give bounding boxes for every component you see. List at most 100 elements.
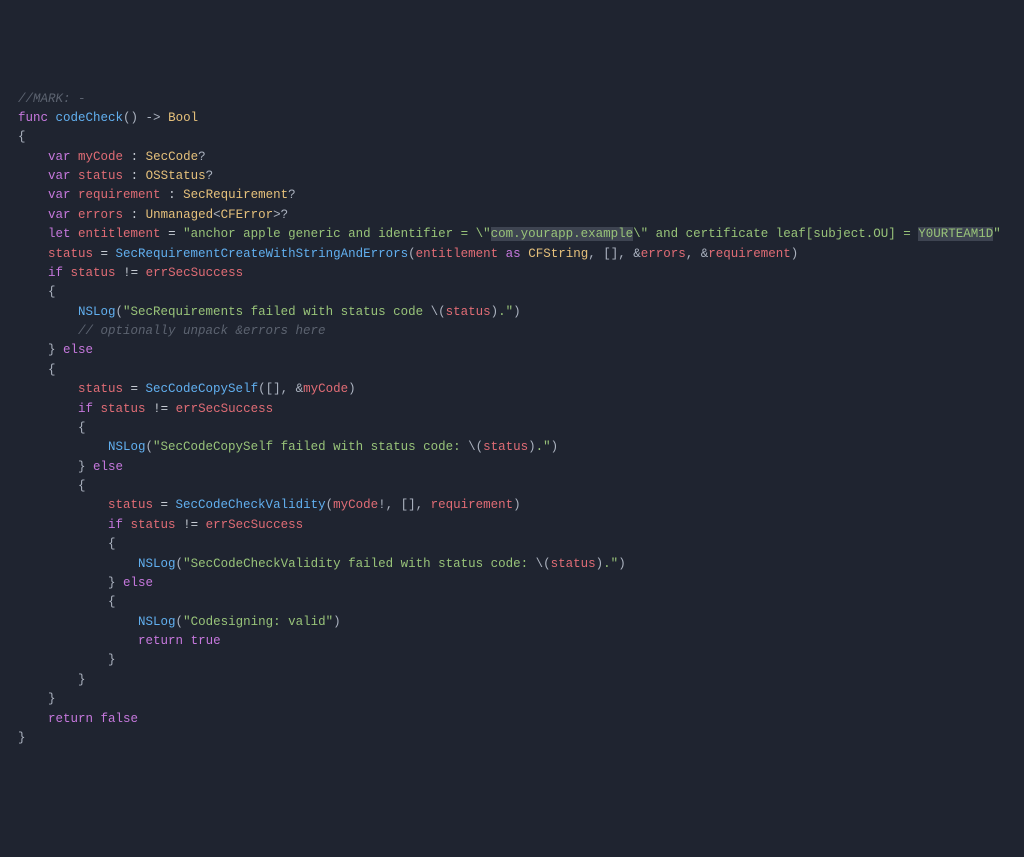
token-plain [18, 402, 78, 416]
token-punct: } [48, 692, 56, 706]
code-line: let entitlement = "anchor apple generic … [18, 225, 1006, 244]
token-plain [18, 382, 78, 396]
token-keyword: var [48, 169, 71, 183]
code-line: if status != errSecSuccess [18, 400, 1006, 419]
token-punct: { [18, 130, 26, 144]
token-keyword: else [93, 460, 123, 474]
token-string: "Codesigning: valid" [183, 615, 333, 629]
token-punct: ) [551, 440, 559, 454]
token-ident: errors [641, 247, 686, 261]
code-line: } else [18, 574, 1006, 593]
token-plain [18, 537, 108, 551]
token-keyword: if [78, 402, 93, 416]
token-punct: \( [468, 440, 483, 454]
token-plain: : [161, 188, 184, 202]
token-comment: // optionally unpack &errors here [78, 324, 326, 338]
token-plain [56, 343, 64, 357]
token-punct: { [78, 479, 86, 493]
token-punct: ( [146, 440, 154, 454]
token-string: \" and certificate leaf[subject.OU] = [633, 227, 918, 241]
code-line: status = SecRequirementCreateWithStringA… [18, 245, 1006, 264]
token-punct: \( [536, 557, 551, 571]
token-punct: { [48, 285, 56, 299]
token-punct: ( [116, 305, 124, 319]
token-punct: ? [288, 188, 296, 202]
token-plain [18, 576, 108, 590]
token-plain [18, 460, 78, 474]
token-plain [18, 692, 48, 706]
token-call: NSLog [78, 305, 116, 319]
token-ident: myCode [78, 150, 123, 164]
token-plain [18, 615, 138, 629]
token-plain [18, 498, 108, 512]
token-plain [123, 518, 131, 532]
token-ident: status [78, 382, 123, 396]
code-line: status = SecCodeCopySelf([], &myCode) [18, 380, 1006, 399]
token-plain [18, 634, 138, 648]
code-line: { [18, 477, 1006, 496]
token-keyword: var [48, 150, 71, 164]
code-line: { [18, 361, 1006, 380]
token-typecap: CFString [528, 247, 588, 261]
code-line: if status != errSecSuccess [18, 264, 1006, 283]
token-keyword: true [191, 634, 221, 648]
token-plain: != [116, 266, 146, 280]
code-line: } else [18, 341, 1006, 360]
token-plain: = [123, 382, 146, 396]
code-line: //MARK: - [18, 90, 1006, 109]
token-punct: } [78, 460, 86, 474]
token-plain [18, 266, 48, 280]
token-punct: ) [333, 615, 341, 629]
token-punct: { [108, 537, 116, 551]
token-typecap: SecCode [146, 150, 199, 164]
token-sel: Y0URTEAM1D [918, 227, 993, 241]
token-punct: ( [176, 615, 184, 629]
token-plain [71, 188, 79, 202]
token-keyword: return [48, 712, 93, 726]
token-punct: \( [431, 305, 446, 319]
token-plain [71, 227, 79, 241]
token-keyword: func [18, 111, 48, 125]
token-plain: : [123, 208, 146, 222]
code-line: var status : OSStatus? [18, 167, 1006, 186]
token-plain [18, 557, 138, 571]
token-punct: } [108, 653, 116, 667]
token-ident: errSecSuccess [206, 518, 304, 532]
token-plain [86, 460, 94, 474]
token-plain [71, 150, 79, 164]
code-line: NSLog("Codesigning: valid") [18, 613, 1006, 632]
token-plain [18, 285, 48, 299]
token-plain [18, 188, 48, 202]
token-plain [18, 247, 48, 261]
token-plain [18, 324, 78, 338]
code-line: status = SecCodeCheckValidity(myCode!, [… [18, 496, 1006, 515]
code-line: } else [18, 458, 1006, 477]
token-ident: errSecSuccess [176, 402, 274, 416]
code-line: return true [18, 632, 1006, 651]
token-funcname: codeCheck [56, 111, 124, 125]
token-punct: ([], & [258, 382, 303, 396]
token-plain [18, 595, 108, 609]
token-call: SecRequirementCreateWithStringAndErrors [116, 247, 409, 261]
token-plain [18, 653, 108, 667]
token-punct: ) [618, 557, 626, 571]
token-plain [93, 712, 101, 726]
token-punct: { [48, 363, 56, 377]
token-keyword: var [48, 208, 71, 222]
code-line: NSLog("SecCodeCopySelf failed with statu… [18, 438, 1006, 457]
token-call: SecCodeCopySelf [146, 382, 259, 396]
code-line: { [18, 128, 1006, 147]
token-punct: ) [528, 440, 536, 454]
code-line: { [18, 593, 1006, 612]
token-plain [18, 169, 48, 183]
token-plain [18, 208, 48, 222]
token-ident: errSecSuccess [146, 266, 244, 280]
code-line: } [18, 671, 1006, 690]
token-plain [48, 111, 56, 125]
token-plain [183, 634, 191, 648]
token-typecap: Bool [168, 111, 198, 125]
token-punct: ( [326, 498, 334, 512]
token-plain [71, 208, 79, 222]
token-string: " [993, 227, 1001, 241]
token-plain: = [161, 227, 184, 241]
